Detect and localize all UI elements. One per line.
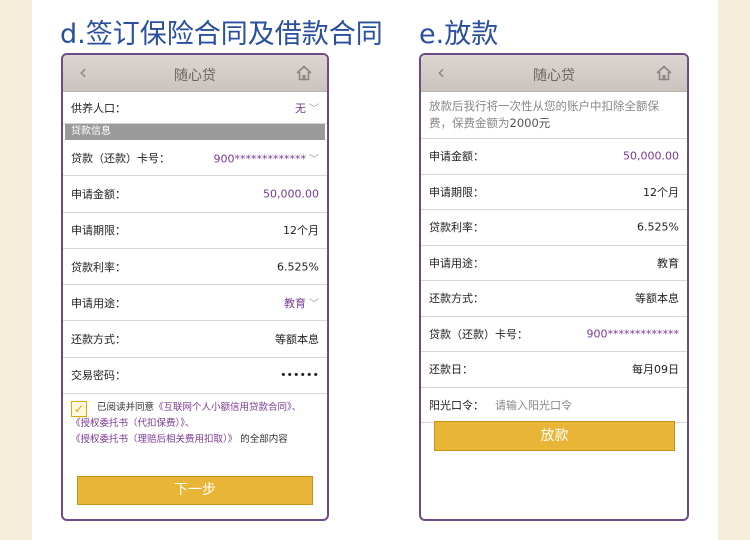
- premium-amount: 2000元: [509, 116, 551, 130]
- field-value: 50,000.00: [623, 149, 679, 163]
- home-icon[interactable]: [655, 64, 673, 82]
- field-value: 等额本息: [275, 333, 319, 347]
- loan-field-row: 贷款利率： 6.525%: [63, 249, 327, 286]
- nav-bar: ‹ 随心贷: [63, 55, 327, 92]
- agreement-suffix: 的全部内容: [240, 434, 288, 446]
- field-value: 50,000.00: [263, 187, 319, 201]
- field-label: 申请金额：: [71, 187, 126, 201]
- section-loan-info: 贷款信息: [65, 124, 325, 140]
- field-value: 900*************: [586, 327, 680, 341]
- chevron-down-icon: ﹀: [309, 298, 319, 310]
- disburse-field-row: 还款日： 每月09日: [421, 352, 687, 388]
- dependents-value: 无 ﹀: [295, 101, 319, 115]
- field-value: 6.525%: [637, 220, 679, 234]
- field-label: 还款方式：: [71, 333, 126, 347]
- premium-notice: 放款后我行将一次性从您的账户中扣除全额保费，保费金额为2000元: [421, 92, 687, 139]
- loan-field-row: 交易密码： ••••••: [63, 358, 327, 395]
- nav-bar: ‹ 随心贷: [421, 55, 687, 92]
- disburse-field-row: 申请用途： 教育: [421, 246, 687, 281]
- field-value: 12个月: [643, 185, 679, 199]
- nav-title: 随心贷: [533, 68, 575, 84]
- field-value: 教育: [657, 256, 679, 270]
- field-label: 申请用途：: [429, 256, 484, 270]
- caption-left: d.签订保险合同及借款合同: [60, 19, 383, 50]
- disburse-button[interactable]: 放款: [434, 421, 675, 451]
- disburse-field-row: 申请金额： 50,000.00: [421, 139, 687, 175]
- chevron-down-icon: ﹀: [309, 154, 319, 166]
- loan-field-row: 申请金额： 50,000.00: [63, 176, 327, 213]
- field-value: 6.525%: [277, 260, 319, 274]
- sunshine-code-input[interactable]: 请输入阳光口令: [495, 397, 572, 413]
- phone-screen-disburse: ‹ 随心贷 放款后我行将一次性从您的账户中扣除全额保费，保费金额为2000元 申…: [419, 53, 689, 521]
- authorization-link-premium[interactable]: 《授权委托书（代扣保费）》、: [71, 418, 195, 429]
- disburse-field-row: 贷款利率： 6.525%: [421, 210, 687, 246]
- phone-screen-contract: ‹ 随心贷 供养人口： 无 ﹀ 贷款信息 贷款（还款）卡号： 900********…: [61, 53, 329, 521]
- field-label: 申请期限：: [429, 185, 484, 199]
- field-label: 贷款（还款）卡号：: [429, 327, 528, 341]
- loan-field-row: 申请期限： 12个月: [63, 213, 327, 249]
- loan-field-row[interactable]: 申请用途： 教育 ﹀: [63, 285, 327, 322]
- field-label: 申请期限：: [71, 224, 126, 238]
- agreement-prefix: 已阅读并同意: [97, 402, 155, 414]
- nav-title: 随心贷: [174, 68, 216, 84]
- field-value: 每月09日: [632, 363, 679, 377]
- agreement-block: ✓ 已阅读并同意《互联网个人小额信用贷款合同》、 《授权委托书（代扣保费）》、 …: [63, 394, 327, 448]
- home-icon[interactable]: [295, 64, 313, 82]
- contract-link[interactable]: 《互联网个人小额信用贷款合同》、: [154, 402, 301, 413]
- field-value[interactable]: 教育 ﹀: [284, 295, 319, 311]
- field-value: 12个月: [283, 224, 319, 238]
- field-value: 等额本息: [635, 292, 679, 306]
- disburse-field-row: 还款方式： 等额本息: [421, 281, 687, 317]
- dependents-label: 供养人口：: [71, 101, 126, 115]
- dependents-row[interactable]: 供养人口： 无 ﹀: [63, 92, 327, 124]
- field-label: 贷款利率：: [71, 260, 126, 274]
- loan-field-row[interactable]: 贷款（还款）卡号： 900************* ﹀: [63, 140, 327, 177]
- caption-right: e.放款: [419, 19, 499, 50]
- loan-fields-list: 贷款（还款）卡号： 900************* ﹀ 申请金额： 50,000.00…: [63, 140, 327, 395]
- field-label: 申请金额：: [429, 150, 484, 164]
- field-label: 申请用途：: [71, 296, 126, 310]
- field-value: ••••••: [280, 368, 319, 382]
- disburse-field-row: 贷款（还款）卡号： 900*************: [421, 317, 687, 352]
- field-label: 贷款（还款）卡号：: [71, 151, 170, 165]
- sunshine-code-row[interactable]: 阳光口令： 请输入阳光口令: [421, 388, 687, 423]
- disburse-fields-list: 申请金额： 50,000.00 申请期限： 12个月贷款利率： 6.525% 申请用途： 教…: [421, 139, 687, 388]
- field-label: 还款方式：: [429, 292, 484, 306]
- disburse-field-row: 申请期限： 12个月: [421, 175, 687, 210]
- next-button[interactable]: 下一步: [77, 476, 313, 505]
- sunshine-code-label: 阳光口令：: [429, 398, 484, 412]
- field-value[interactable]: 900************* ﹀: [214, 150, 320, 165]
- field-label: 还款日：: [429, 363, 473, 377]
- loan-field-row: 还款方式： 等额本息: [63, 321, 327, 358]
- checkbox-checked-icon[interactable]: ✓: [71, 401, 87, 418]
- field-label: 贷款利率：: [429, 221, 484, 235]
- field-label: 交易密码：: [71, 369, 126, 383]
- chevron-down-icon: ﹀: [309, 103, 319, 115]
- authorization-link-claims[interactable]: 《授权委托书（理赔后相关费用扣取）》: [71, 434, 237, 445]
